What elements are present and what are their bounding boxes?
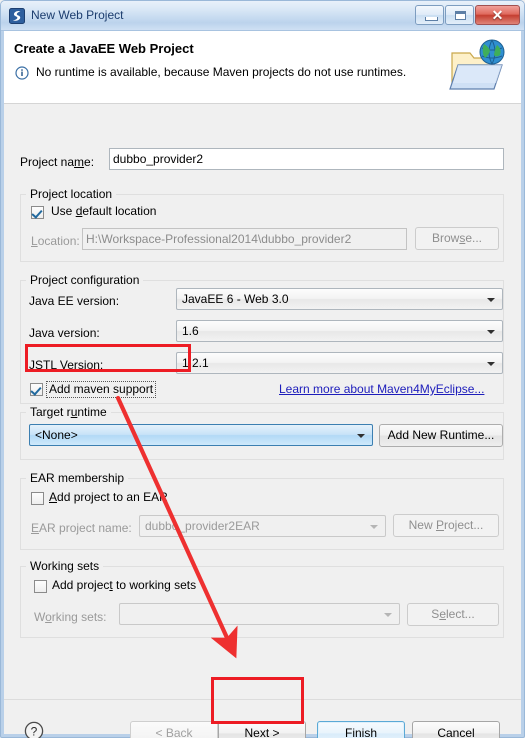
window-title: New Web Project [31, 8, 124, 22]
target-runtime-select[interactable]: <None> [29, 424, 373, 446]
working-sets-select[interactable] [119, 603, 400, 625]
add-project-to-ear-checkbox[interactable] [31, 492, 44, 505]
ear-project-name-value: dubbo_provider2EAR [145, 519, 260, 533]
location-input[interactable]: H:\Workspace-Professional2014\dubbo_prov… [82, 228, 407, 250]
add-maven-support-checkbox[interactable] [30, 383, 43, 396]
title-bar: New Web Project ✕ [1, 1, 524, 31]
ear-project-name-label: EAR project name: [31, 521, 132, 535]
project-name-input[interactable]: dubbo_provider2 [109, 148, 504, 170]
next-button[interactable]: Next > [218, 721, 306, 738]
wizard-body: Project name: dubbo_provider2 Project lo… [4, 104, 521, 699]
javaee-version-value: JavaEE 6 - Web 3.0 [182, 292, 289, 306]
wizard-button-bar: ? < Back Next > Finish Cancel [4, 699, 521, 738]
chevron-down-icon [384, 613, 392, 617]
select-working-sets-button[interactable]: Select... [407, 603, 499, 626]
java-version-value: 1.6 [182, 324, 199, 338]
java-version-select[interactable]: 1.6 [176, 320, 503, 342]
chevron-down-icon [357, 434, 365, 438]
javaee-version-label: Java EE version: [29, 294, 120, 308]
cancel-button[interactable]: Cancel [412, 721, 500, 738]
wizard-header: Create a JavaEE Web Project No runtime i… [4, 31, 521, 104]
add-project-to-ear-label: Add project to an EAR [49, 490, 168, 504]
add-project-to-working-sets-label: Add project to working sets [52, 578, 197, 592]
info-icon [15, 66, 29, 80]
add-new-runtime-button[interactable]: Add New Runtime... [379, 424, 503, 447]
new-web-project-dialog: New Web Project ✕ Create a JavaEE Web Pr… [0, 0, 525, 738]
project-location-group-label: Project location [26, 187, 117, 201]
project-name-label: Project name: [20, 155, 95, 169]
myeclipse-logo-icon [9, 8, 25, 24]
project-configuration-group-label: Project configuration [26, 273, 144, 287]
working-sets-group [20, 566, 504, 638]
javaee-version-select[interactable]: JavaEE 6 - Web 3.0 [176, 288, 503, 310]
learn-more-maven-link[interactable]: Learn more about Maven4MyEclipse... [279, 382, 484, 396]
page-message: No runtime is available, because Maven p… [36, 65, 407, 79]
window-controls: ✕ [415, 5, 520, 25]
svg-text:?: ? [31, 725, 38, 738]
working-sets-label: Working sets: [34, 610, 107, 624]
close-icon: ✕ [491, 7, 504, 23]
jstl-version-label: JSTL Version: [29, 358, 104, 372]
use-default-location-checkbox[interactable] [31, 206, 44, 219]
target-runtime-value: <None> [35, 428, 78, 442]
dialog-client-area: Create a JavaEE Web Project No runtime i… [4, 31, 521, 738]
add-project-to-working-sets-checkbox[interactable] [34, 580, 47, 593]
ear-membership-group-label: EAR membership [26, 471, 129, 485]
location-label: Location: [31, 234, 80, 248]
minimize-icon [425, 17, 438, 21]
maximize-button[interactable] [445, 5, 474, 25]
target-runtime-group-label: Target runtime [26, 405, 111, 419]
java-version-label: Java version: [29, 326, 100, 340]
ear-project-name-select[interactable]: dubbo_provider2EAR [139, 515, 386, 537]
web-project-folder-globe-icon [448, 37, 510, 97]
chevron-down-icon [370, 525, 378, 529]
chevron-down-icon [487, 362, 495, 366]
finish-button[interactable]: Finish [317, 721, 405, 738]
back-button[interactable]: < Back [130, 721, 218, 738]
add-maven-support-label: Add maven support [49, 382, 154, 396]
chevron-down-icon [487, 330, 495, 334]
working-sets-group-label: Working sets [26, 559, 104, 573]
jstl-version-select[interactable]: 1.2.1 [176, 352, 503, 374]
chevron-down-icon [487, 298, 495, 302]
use-default-location-label: Use default location [51, 204, 157, 218]
help-question-icon[interactable]: ? [24, 721, 44, 738]
page-title: Create a JavaEE Web Project [14, 41, 194, 56]
new-project-button[interactable]: New Project... [393, 514, 499, 537]
maximize-icon [455, 11, 466, 20]
browse-button[interactable]: Browse... [415, 227, 499, 250]
jstl-version-value: 1.2.1 [182, 356, 209, 370]
minimize-button[interactable] [415, 5, 444, 25]
close-button[interactable]: ✕ [475, 5, 520, 25]
